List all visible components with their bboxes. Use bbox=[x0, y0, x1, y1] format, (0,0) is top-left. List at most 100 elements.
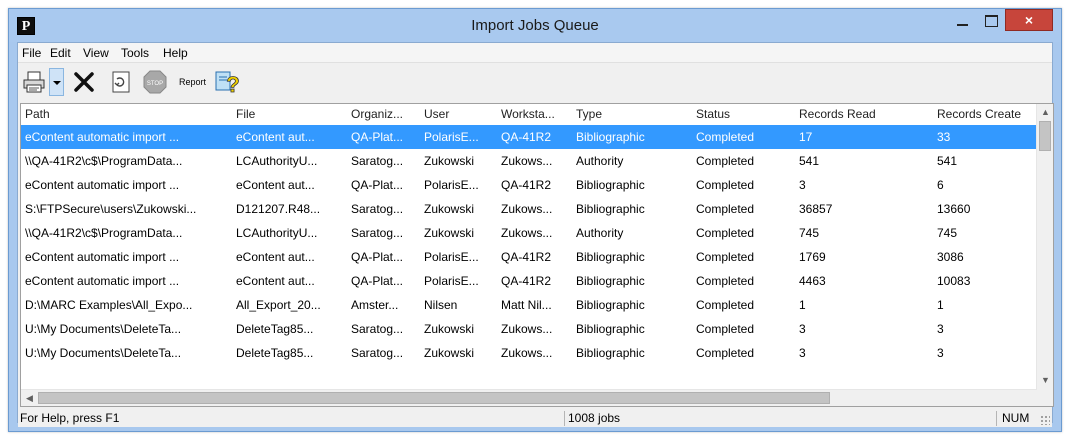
cell-status: Completed bbox=[696, 250, 755, 264]
cell-workstation: QA-41R2 bbox=[501, 250, 552, 264]
scrollbar-corner bbox=[1037, 389, 1053, 406]
cell-file: eContent aut... bbox=[236, 250, 315, 264]
header-workstation[interactable]: Worksta... bbox=[497, 104, 572, 125]
header-status[interactable]: Status bbox=[692, 104, 795, 125]
cell-user: PolarisE... bbox=[424, 130, 479, 144]
cell-status: Completed bbox=[696, 202, 755, 216]
maximize-button[interactable] bbox=[977, 10, 1004, 32]
header-path[interactable]: Path bbox=[21, 104, 232, 125]
cell-records-read: 17 bbox=[799, 130, 813, 144]
cell-file: LCAuthorityU... bbox=[236, 226, 318, 240]
cell-file: DeleteTag85... bbox=[236, 322, 314, 336]
cell-organization: QA-Plat... bbox=[351, 274, 404, 288]
cell-status: Completed bbox=[696, 346, 755, 360]
cell-file: eContent aut... bbox=[236, 130, 315, 144]
cell-path: \\QA-41R2\c$\ProgramData... bbox=[25, 226, 183, 240]
cell-user: Zukowski bbox=[424, 226, 475, 240]
cell-organization: Saratog... bbox=[351, 346, 404, 360]
cell-workstation: QA-41R2 bbox=[501, 130, 552, 144]
refresh-icon[interactable] bbox=[110, 70, 132, 94]
cell-path: eContent automatic import ... bbox=[25, 274, 180, 288]
resize-grip-icon[interactable] bbox=[1040, 415, 1050, 425]
cell-file: eContent aut... bbox=[236, 178, 315, 192]
cell-status: Completed bbox=[696, 226, 755, 240]
cell-records-read: 745 bbox=[799, 226, 820, 240]
header-records-read[interactable]: Records Read bbox=[795, 104, 933, 125]
cell-file: DeleteTag85... bbox=[236, 346, 314, 360]
table-row[interactable]: eContent automatic import ... eContent au… bbox=[21, 245, 1036, 269]
cell-organization: Saratog... bbox=[351, 154, 404, 168]
cell-records-created: 541 bbox=[937, 154, 958, 168]
title-bar[interactable]: P Import Jobs Queue × bbox=[9, 9, 1061, 42]
cell-workstation: QA-41R2 bbox=[501, 274, 552, 288]
vertical-scroll-thumb[interactable] bbox=[1039, 121, 1051, 151]
close-button[interactable]: × bbox=[1005, 9, 1053, 31]
svg-text:?: ? bbox=[226, 72, 239, 96]
status-separator bbox=[564, 411, 565, 426]
vertical-scrollbar[interactable]: ▲ ▼ bbox=[1036, 104, 1053, 389]
cell-records-created: 3 bbox=[937, 346, 944, 360]
horizontal-scrollbar[interactable]: ◀ bbox=[21, 389, 1037, 406]
menu-help[interactable]: Help bbox=[163, 46, 188, 60]
status-num-lock: NUM bbox=[1002, 411, 1030, 425]
cell-status: Completed bbox=[696, 322, 755, 336]
cell-user: PolarisE... bbox=[424, 250, 479, 264]
jobs-list[interactable]: Path File Organiz... User Worksta... Typ… bbox=[20, 103, 1054, 407]
minimize-button[interactable] bbox=[949, 10, 976, 32]
cell-type: Bibliographic bbox=[576, 202, 645, 216]
menu-file[interactable]: File bbox=[22, 46, 41, 60]
status-job-count: 1008 jobs bbox=[568, 411, 621, 425]
table-row[interactable]: \\QA-41R2\c$\ProgramData... LCAuthorityU.… bbox=[21, 221, 1036, 245]
cell-user: Zukowski bbox=[424, 322, 475, 336]
printer-icon[interactable] bbox=[22, 70, 48, 94]
status-separator bbox=[996, 411, 997, 426]
cell-records-created: 1 bbox=[937, 298, 944, 312]
header-records-created[interactable]: Records Create bbox=[933, 104, 1038, 125]
cell-records-created: 3086 bbox=[937, 250, 964, 264]
window-title: Import Jobs Queue bbox=[471, 17, 599, 34]
scroll-down-icon[interactable]: ▼ bbox=[1037, 372, 1053, 389]
menu-tools[interactable]: Tools bbox=[121, 46, 149, 60]
cell-records-read: 3 bbox=[799, 322, 806, 336]
cell-status: Completed bbox=[696, 274, 755, 288]
header-organization[interactable]: Organiz... bbox=[347, 104, 420, 125]
header-user[interactable]: User bbox=[420, 104, 497, 125]
stop-icon[interactable]: STOP bbox=[143, 70, 167, 94]
table-row[interactable]: eContent automatic import ... eContent au… bbox=[21, 269, 1036, 293]
header-file[interactable]: File bbox=[232, 104, 347, 125]
table-row[interactable]: U:\My Documents\DeleteTa... DeleteTag85..… bbox=[21, 317, 1036, 341]
cell-user: Nilsen bbox=[424, 298, 458, 312]
cell-organization: QA-Plat... bbox=[351, 130, 404, 144]
delete-x-icon[interactable] bbox=[71, 69, 97, 95]
table-row[interactable]: eContent automatic import ... eContent au… bbox=[21, 125, 1036, 149]
cell-organization: QA-Plat... bbox=[351, 250, 404, 264]
cell-type: Bibliographic bbox=[576, 250, 645, 264]
horizontal-scroll-thumb[interactable] bbox=[38, 392, 830, 404]
cell-path: S:\FTPSecure\users\Zukowski... bbox=[25, 202, 197, 216]
table-row[interactable]: \\QA-41R2\c$\ProgramData... LCAuthorityU.… bbox=[21, 149, 1036, 173]
cell-file: LCAuthorityU... bbox=[236, 154, 318, 168]
table-row[interactable]: D:\MARC Examples\All_Expo... All_Export_2… bbox=[21, 293, 1036, 317]
table-row[interactable]: S:\FTPSecure\users\Zukowski... D121207.R4… bbox=[21, 197, 1036, 221]
cell-records-created: 3 bbox=[937, 322, 944, 336]
scroll-left-icon[interactable]: ◀ bbox=[21, 390, 38, 406]
menu-view[interactable]: View bbox=[83, 46, 109, 60]
cell-file: D121207.R48... bbox=[236, 202, 321, 216]
cell-path: U:\My Documents\DeleteTa... bbox=[25, 322, 182, 336]
report-button[interactable]: Report bbox=[179, 77, 206, 87]
cell-organization: Saratog... bbox=[351, 322, 404, 336]
cell-status: Completed bbox=[696, 154, 755, 168]
cell-records-created: 10083 bbox=[937, 274, 971, 288]
dropdown-arrow-icon[interactable] bbox=[49, 68, 64, 96]
cell-organization: Saratog... bbox=[351, 202, 404, 216]
status-bar: For Help, press F1 1008 jobs NUM bbox=[18, 410, 1052, 427]
header-type[interactable]: Type bbox=[572, 104, 692, 125]
cell-records-read: 3 bbox=[799, 178, 806, 192]
menu-edit[interactable]: Edit bbox=[50, 46, 71, 60]
cell-records-created: 13660 bbox=[937, 202, 971, 216]
table-row[interactable]: eContent automatic import ... eContent au… bbox=[21, 173, 1036, 197]
cell-workstation: Zukows... bbox=[501, 346, 553, 360]
table-row[interactable]: U:\My Documents\DeleteTa... DeleteTag85..… bbox=[21, 341, 1036, 365]
help-icon[interactable]: ? bbox=[214, 68, 242, 97]
scroll-up-icon[interactable]: ▲ bbox=[1037, 104, 1053, 121]
